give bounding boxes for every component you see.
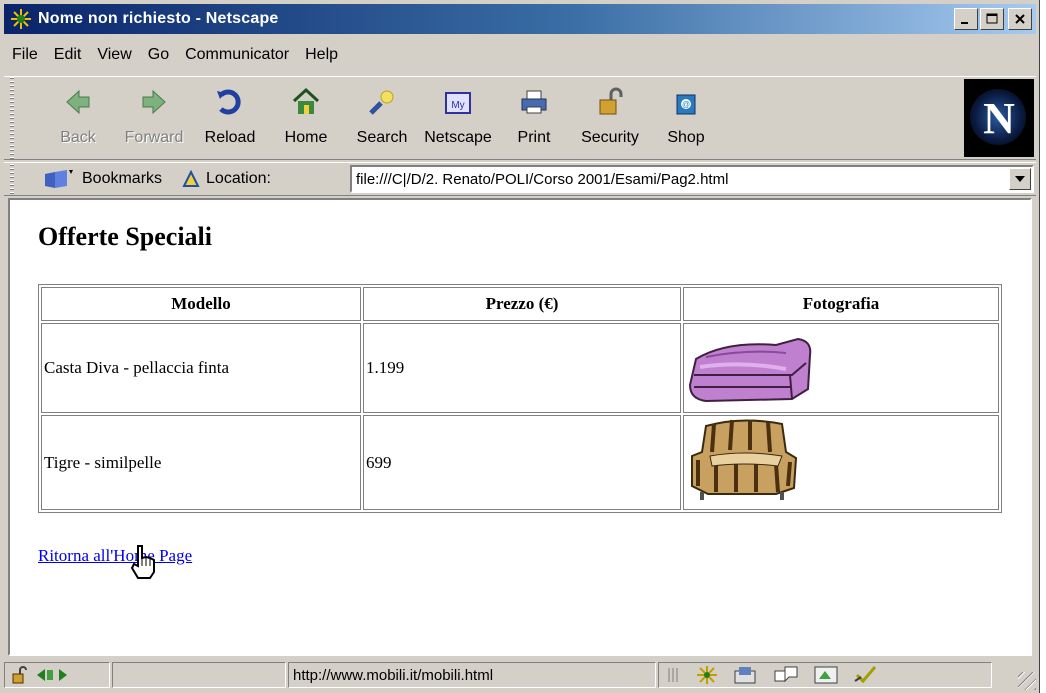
aim-icon[interactable] <box>853 665 879 685</box>
menu-file-label: File <box>12 46 38 63</box>
composer-icon[interactable] <box>813 665 839 685</box>
forward-label: Forward <box>124 129 184 146</box>
home-page-link[interactable]: Ritorna all'Home Page <box>38 546 192 566</box>
menu-help-label: Help <box>305 46 339 63</box>
mail-icon[interactable] <box>733 665 759 685</box>
cell-price: 699 <box>363 415 681 510</box>
table-row: Casta Diva - pellaccia finta 1.199 <box>41 323 999 413</box>
browser-window: Nome non richiesto - Netscape File Edit … <box>0 0 1040 693</box>
progress-cell <box>112 662 286 688</box>
offers-table: Modello Prezzo (€) Fotografia Casta Diva… <box>38 284 1002 513</box>
component-bar <box>658 662 992 688</box>
menu-go-label: Go <box>147 46 170 63</box>
menu-edit-label: Edit <box>53 46 82 63</box>
search-button[interactable]: Search <box>344 77 420 161</box>
cell-model: Casta Diva - pellaccia finta <box>41 323 361 413</box>
security-button[interactable]: Security <box>572 77 648 161</box>
navigator-icon[interactable] <box>695 665 719 685</box>
netscape-n-letter: N <box>983 93 1015 143</box>
status-bar: http://www.mobili.it/mobili.html <box>4 660 1036 690</box>
shop-label: Shop <box>667 129 705 146</box>
cell-photo <box>683 415 999 510</box>
reload-button[interactable]: Reload <box>192 77 268 161</box>
menu-communicator[interactable]: Communicator <box>177 46 297 64</box>
menu-bar: File Edit View Go Communicator Help <box>4 38 346 72</box>
menu-view[interactable]: View <box>89 46 139 64</box>
svg-text:@: @ <box>682 100 690 109</box>
close-button[interactable] <box>1008 8 1032 30</box>
netscape-app-icon <box>8 7 34 31</box>
location-grip[interactable] <box>8 164 18 194</box>
menu-file[interactable]: File <box>4 46 46 64</box>
status-security-cell <box>4 662 110 688</box>
padlock-icon <box>593 83 627 121</box>
print-button[interactable]: Print <box>496 77 572 161</box>
back-button[interactable]: Back <box>40 77 116 161</box>
bookmarks-label[interactable]: Bookmarks <box>82 170 162 188</box>
forward-button[interactable]: Forward <box>116 77 192 161</box>
toolbar-grip[interactable] <box>8 77 18 159</box>
search-icon <box>365 83 399 121</box>
menu-communicator-label: Communicator <box>185 46 290 63</box>
desktop-edge <box>1040 0 1046 693</box>
svg-text:My: My <box>451 100 464 111</box>
table-row: Tigre - similpelle 699 <box>41 415 999 510</box>
search-label: Search <box>356 129 408 146</box>
location-toolbar: Bookmarks Location: file:///C|/D/2. Rena… <box>4 162 1036 196</box>
menu-go[interactable]: Go <box>140 46 177 64</box>
hand-cursor-icon <box>130 545 155 579</box>
print-label: Print <box>517 129 551 146</box>
cell-price: 1.199 <box>363 323 681 413</box>
back-arrow-icon <box>61 83 95 121</box>
my-netscape-button[interactable]: My Netscape <box>420 77 496 161</box>
pink-sofa-image <box>688 337 812 402</box>
url-input[interactable]: file:///C|/D/2. Renato/POLI/Corso 2001/E… <box>350 165 1034 193</box>
menu-help[interactable]: Help <box>297 46 346 64</box>
table-header-row: Modello Prezzo (€) Fotografia <box>41 287 999 321</box>
header-photo: Fotografia <box>683 287 999 321</box>
url-dropdown-button[interactable] <box>1009 168 1031 190</box>
url-text: file:///C|/D/2. Renato/POLI/Corso 2001/E… <box>356 170 729 188</box>
shop-bag-icon: @ <box>669 83 703 121</box>
header-model: Modello <box>41 287 361 321</box>
page-content: Offerte Speciali Modello Prezzo (€) Foto… <box>8 198 1032 656</box>
window-title: Nome non richiesto - Netscape <box>38 10 279 27</box>
printer-icon <box>517 83 551 121</box>
home-label: Home <box>284 129 328 146</box>
chevron-down-icon <box>1015 176 1025 182</box>
menu-view-label: View <box>97 46 132 63</box>
status-text: http://www.mobili.it/mobili.html <box>293 666 494 684</box>
newsgroups-icon[interactable] <box>773 665 799 685</box>
reload-label: Reload <box>204 129 256 146</box>
menu-edit[interactable]: Edit <box>46 46 90 64</box>
cell-model: Tigre - similpelle <box>41 415 361 510</box>
shop-button[interactable]: @ Shop <box>648 77 724 161</box>
forward-arrow-icon <box>137 83 171 121</box>
netscape-label: Netscape <box>424 129 492 146</box>
resize-grip[interactable] <box>1018 672 1036 690</box>
component-bar-grip-icon[interactable] <box>667 666 681 684</box>
navigation-toolbar: Back Forward Reload Home Search My Netsc… <box>4 76 1036 160</box>
security-label: Security <box>581 129 639 146</box>
back-label: Back <box>60 129 96 146</box>
home-button[interactable]: Home <box>268 77 344 161</box>
location-label: Location: <box>206 170 271 187</box>
title-bar[interactable]: Nome non richiesto - Netscape <box>4 4 1036 34</box>
striped-armchair-image <box>691 419 798 500</box>
location-page-icon[interactable] <box>180 168 202 190</box>
reload-icon <box>213 83 247 121</box>
netscape-throbber-logo[interactable]: N <box>964 79 1034 157</box>
connection-status-icon <box>37 669 67 681</box>
home-icon <box>289 83 323 121</box>
padlock-open-icon[interactable] <box>11 666 29 684</box>
bookmarks-icon[interactable] <box>42 167 76 191</box>
maximize-button[interactable] <box>980 8 1004 30</box>
page-title: Offerte Speciali <box>38 222 212 251</box>
my-netscape-icon: My <box>441 83 475 121</box>
cell-photo <box>683 323 999 413</box>
minimize-button[interactable] <box>954 8 978 30</box>
header-price: Prezzo (€) <box>363 287 681 321</box>
status-text-cell: http://www.mobili.it/mobili.html <box>288 662 656 688</box>
